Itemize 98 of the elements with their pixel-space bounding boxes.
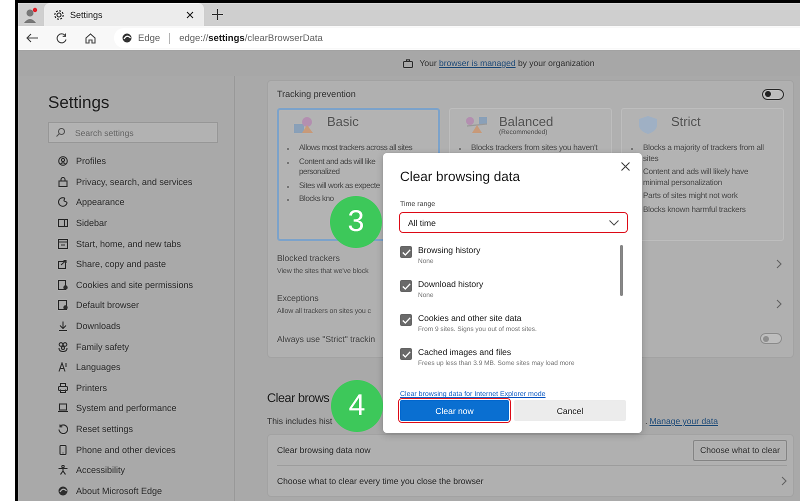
- address-field[interactable]: Edge edge://settings/clearBrowserData: [114, 28, 800, 48]
- checkmark-icon: [402, 316, 410, 324]
- checkbox[interactable]: [400, 348, 412, 360]
- chevron-right-icon[interactable]: [776, 299, 782, 309]
- sidebar-item[interactable]: Default browser: [48, 295, 234, 316]
- browser-icon: [58, 300, 68, 310]
- home-icon[interactable]: [85, 32, 96, 44]
- phone-icon: [58, 444, 68, 455]
- sidebar-item[interactable]: Privacy, search, and services: [48, 172, 234, 192]
- sidebar-item[interactable]: Start, home, and new tabs: [48, 233, 234, 254]
- sidebar-item[interactable]: Family safety: [48, 336, 234, 357]
- printer-icon: [58, 382, 68, 393]
- managed-link[interactable]: browser is managed: [439, 58, 516, 68]
- option-label: Browsing history: [418, 245, 480, 255]
- choose-button[interactable]: Choose what to clear: [693, 440, 787, 460]
- time-range-dropdown[interactable]: All time: [399, 212, 628, 233]
- reset-icon: [58, 424, 68, 434]
- profile-icon: [58, 156, 68, 166]
- window-icon: [58, 238, 68, 249]
- scrollbar-thumb[interactable]: [620, 245, 623, 296]
- managed-notice: Your browser is managed by your organization: [419, 58, 594, 68]
- refresh-icon[interactable]: [56, 32, 67, 44]
- tab-title: Settings: [70, 10, 104, 20]
- family-icon: [58, 342, 68, 352]
- close-icon[interactable]: [621, 162, 630, 171]
- sidebar-item[interactable]: Downloads: [48, 316, 234, 336]
- option-label: Cached images and files: [418, 347, 512, 357]
- setting-label: Always use "Strict" trackin: [277, 334, 376, 344]
- bullet-text: Parts of sites might not work: [643, 191, 738, 202]
- setting-label: Choose what to clear every time you close the browser: [277, 476, 484, 486]
- caret-icon: [609, 220, 619, 226]
- browser-tab[interactable]: Settings: [44, 3, 204, 26]
- checkmark-icon: [402, 350, 410, 358]
- profile-avatar-icon[interactable]: [22, 6, 38, 22]
- level-title: Balanced: [499, 115, 554, 129]
- shapes-icon: [293, 115, 315, 135]
- option-label: Download history: [418, 279, 484, 289]
- primary-button[interactable]: Clear now: [400, 400, 509, 421]
- chevron-right-icon[interactable]: [776, 259, 782, 269]
- toggle-switch[interactable]: [762, 88, 784, 100]
- bullet-text: Content and ads will like personalized: [299, 156, 376, 178]
- site-label: Edge: [138, 32, 160, 44]
- sidebar-item[interactable]: Reset settings: [48, 418, 234, 440]
- language-icon: [58, 362, 68, 372]
- bullet-text: Allows most trackers across all sites: [299, 143, 412, 154]
- section-description: This includes hist: [267, 416, 332, 426]
- bullet-text: Content and ads will likely have minimal personalization: [643, 167, 748, 188]
- bullet-text: Blocks a majority of trackers from all sites: [643, 143, 764, 164]
- checkbox[interactable]: [400, 280, 412, 292]
- bullet-text: Blocks known harmful trackers: [643, 204, 746, 215]
- section-title: Tracking prevention: [277, 89, 356, 99]
- manage-data-link[interactable]: Manage your data: [649, 416, 718, 426]
- back-arrow-icon[interactable]: [26, 33, 38, 43]
- lock-icon: [58, 176, 68, 187]
- swirl-logo-icon: [58, 486, 68, 496]
- laptop-icon: [58, 403, 68, 414]
- checkbox[interactable]: [400, 314, 412, 326]
- chevron-right-icon[interactable]: [781, 476, 787, 486]
- sidebar-item[interactable]: Printers: [48, 378, 234, 398]
- url-text: edge://settings/clearBrowserData: [179, 32, 323, 44]
- sidebar-item[interactable]: Share, copy and paste: [48, 254, 234, 275]
- section-heading: Clear brows: [267, 390, 330, 407]
- tracking-level-card[interactable]: Strict Blocks a majority of trackers from all sites Content and ads will likely have minimal personalization Parts of sites might not work Blocks known harmful trackers: [621, 108, 784, 241]
- share-icon: [58, 259, 68, 270]
- setting-label: Blocked trackers: [277, 253, 341, 263]
- level-title: Strict: [671, 115, 701, 129]
- sidebar-item[interactable]: About Microsoft Edge: [48, 480, 234, 501]
- sidebar-item[interactable]: Phone and other devices: [48, 439, 234, 460]
- sidebar-item[interactable]: Sidebar: [48, 212, 234, 234]
- period-text: .: [645, 416, 648, 426]
- cancel-button[interactable]: Cancel: [514, 400, 626, 421]
- toggle-switch[interactable]: [760, 333, 782, 344]
- checkmark-icon: [402, 248, 410, 256]
- accessibility-icon: [58, 465, 68, 476]
- sidebar-item[interactable]: Cookies and site permissions: [48, 274, 234, 296]
- swirl-logo-icon: [122, 33, 132, 43]
- sidebar-item[interactable]: Accessibility: [48, 460, 234, 480]
- settings-icon: [54, 10, 64, 20]
- page-title: Settings: [48, 93, 110, 113]
- sidebar-item[interactable]: Languages: [48, 356, 234, 378]
- setting-label: Clear browsing data now: [277, 445, 371, 455]
- sidebar-item[interactable]: System and performance: [48, 398, 234, 419]
- sidebar-item[interactable]: Profiles: [48, 151, 234, 172]
- close-icon[interactable]: [186, 10, 194, 18]
- bullet-text: Sites will work as expecte: [299, 180, 380, 191]
- search-field[interactable]: Search settings: [48, 122, 218, 143]
- bullet-text: Blocks trackers from sites you haven't: [471, 143, 598, 154]
- plus-icon[interactable]: [212, 9, 223, 20]
- setting-label: Exceptions: [277, 293, 320, 303]
- sidebar-icon: [58, 218, 68, 228]
- download-icon: [58, 321, 68, 332]
- option-label: Cookies and other site data: [418, 313, 522, 323]
- checkmark-icon: [402, 282, 410, 290]
- sidebar-item[interactable]: Appearance: [48, 192, 234, 213]
- checkbox[interactable]: [400, 246, 412, 258]
- briefcase-icon: [403, 58, 414, 68]
- level-title: Basic: [327, 115, 359, 129]
- balance-scale-icon: [465, 115, 487, 135]
